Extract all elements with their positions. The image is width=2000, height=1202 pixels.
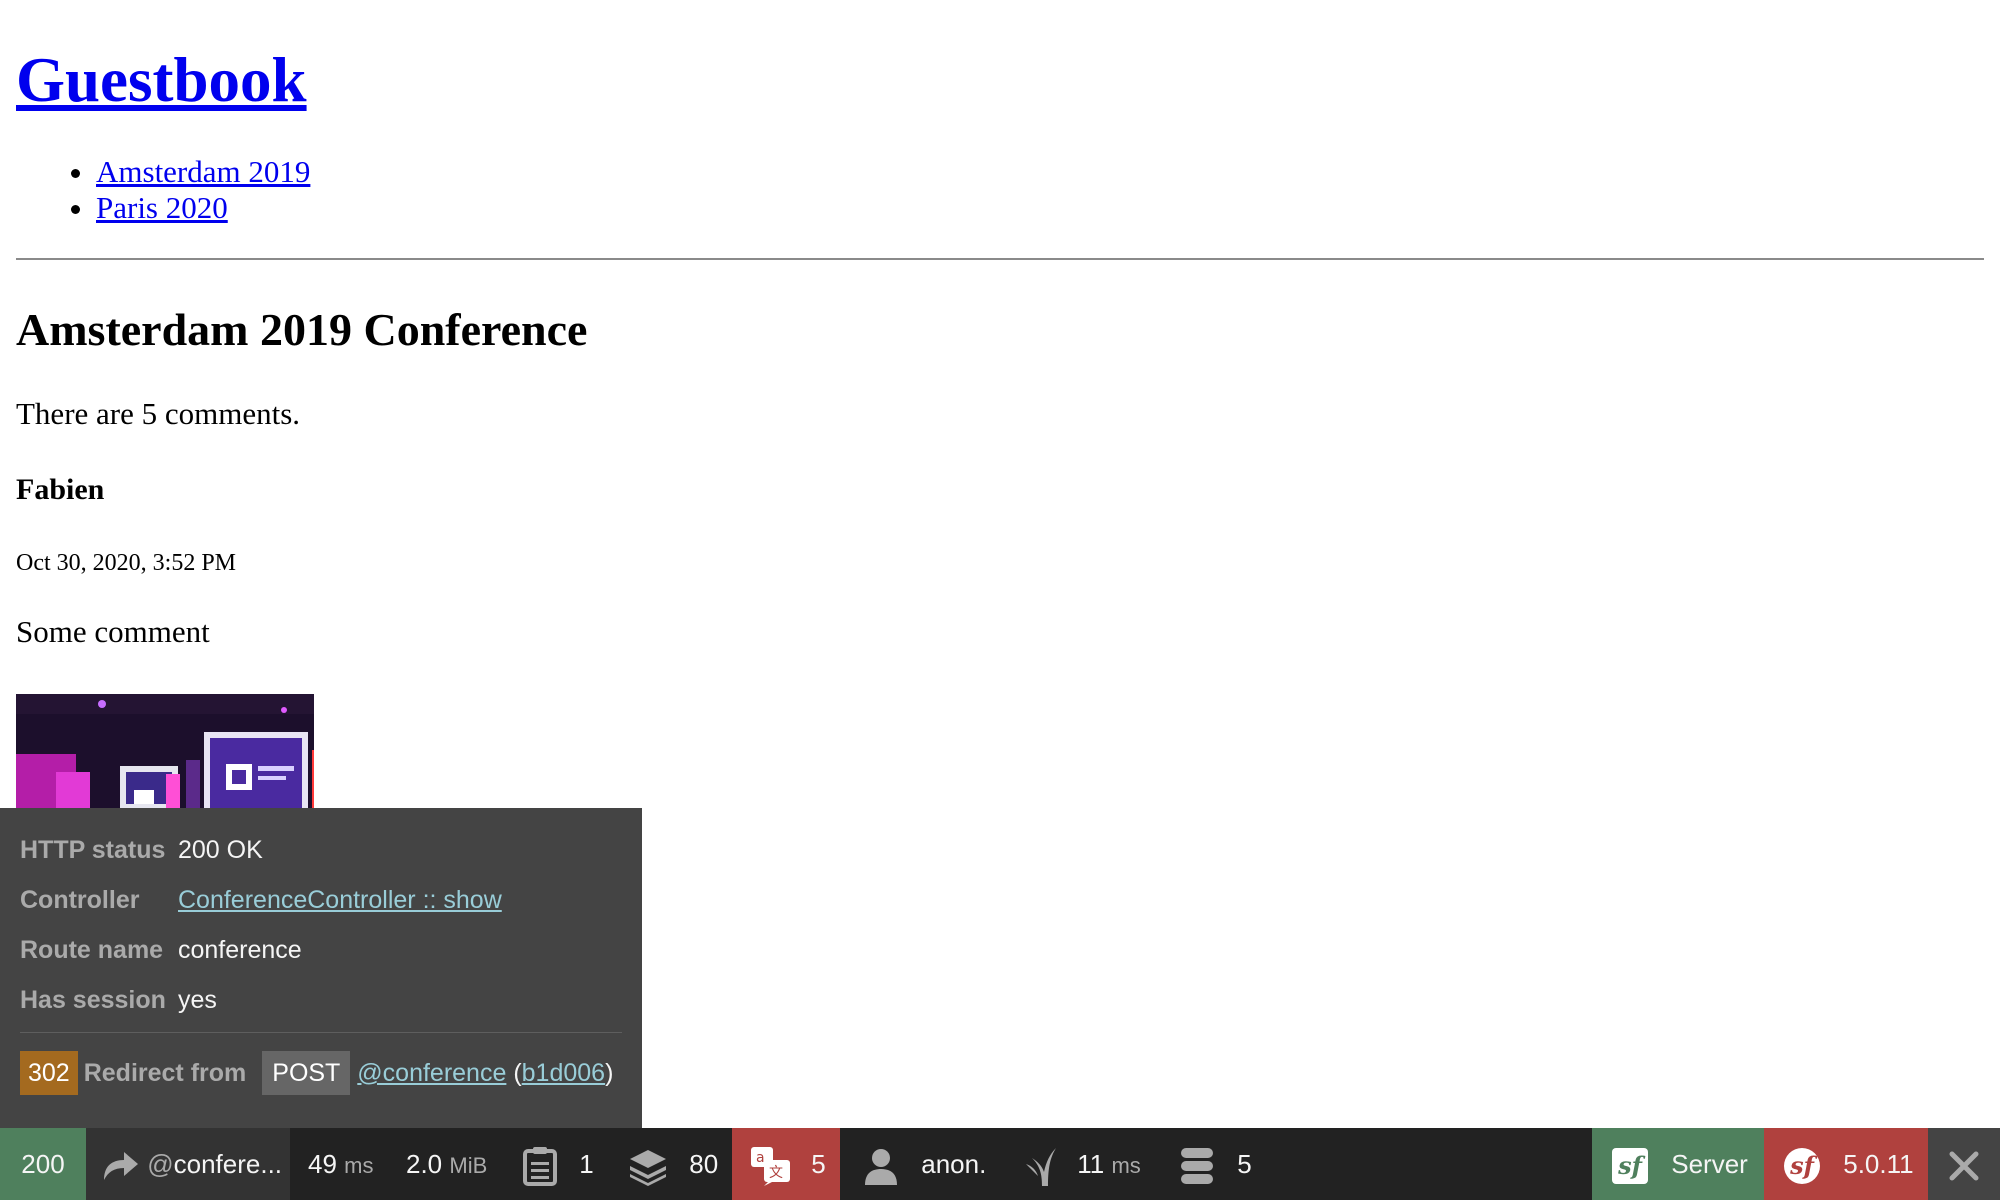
db-count: 5 — [1237, 1149, 1252, 1179]
redirect-from-label: Redirect from — [83, 1059, 247, 1087]
panel-label: Controller — [20, 886, 140, 914]
logs-count: 1 — [579, 1149, 594, 1179]
redirect-info: 302 Redirect from POST @conference (b1d006… — [20, 1051, 613, 1095]
twig-time-value: 11 — [1077, 1149, 1105, 1179]
conference-photo-icon — [16, 694, 314, 810]
user-name: anon. — [921, 1149, 987, 1179]
comment-text: Some comment — [16, 614, 210, 649]
toolbar-memory[interactable]: 2.0 MiB — [406, 1128, 487, 1200]
nav-link-paris-2020[interactable]: Paris 2020 — [96, 190, 228, 225]
time-value: 49 — [308, 1149, 337, 1179]
conference-nav: Amsterdam 2019 Paris 2020 — [16, 154, 1984, 226]
page-content: Guestbook Amsterdam 2019 Paris 2020 Amst… — [16, 0, 1984, 652]
svg-text:文: 文 — [769, 1165, 783, 1181]
panel-row-controller: Controller ConferenceController :: show — [20, 880, 502, 920]
symfony-logo-icon: sf — [1612, 1148, 1648, 1185]
divider — [16, 258, 1984, 260]
server-label: Server — [1671, 1149, 1748, 1179]
database-icon — [1180, 1148, 1221, 1185]
redirect-status-badge: 302 — [20, 1051, 78, 1095]
panel-value: conference — [178, 936, 302, 964]
svg-text:a: a — [756, 1150, 765, 1166]
redirect-arrow-icon — [100, 1149, 147, 1181]
redirect-method-badge: POST — [262, 1051, 351, 1095]
toolbar-translation[interactable]: a文 5 — [732, 1128, 840, 1200]
toolbar-database[interactable]: 5 — [1180, 1128, 1252, 1200]
paren-open: ( — [513, 1059, 522, 1087]
toolbar-symfony-version[interactable]: sf 5.0.11 — [1764, 1128, 1928, 1200]
conference-title: Amsterdam 2019 Conference — [16, 304, 588, 355]
redirect-route-link[interactable]: @conference — [357, 1059, 506, 1087]
translation-count: 5 — [811, 1149, 826, 1179]
toolbar-twig[interactable]: 11 ms — [1024, 1128, 1141, 1200]
panel-row-http-status: HTTP status 200 OK — [20, 830, 263, 870]
comment-count: There are 5 comments. — [16, 396, 301, 431]
panel-value: 200 OK — [178, 836, 263, 864]
site-title: Guestbook — [16, 40, 1984, 120]
nav-item-amsterdam-2019: Amsterdam 2019 — [96, 154, 1984, 190]
panel-label: Route name — [20, 936, 164, 964]
symfony-debug-toolbar: 200 @confere... 49 ms 2.0 MiB 1 80 a文 5 — [0, 1128, 2000, 1200]
time-unit: ms — [344, 1153, 374, 1178]
request-route: confere... — [173, 1149, 283, 1179]
cache-count: 80 — [689, 1149, 719, 1179]
memory-value: 2.0 — [406, 1149, 443, 1179]
panel-row-has-session: Has session yes — [20, 980, 217, 1020]
translation-icon: a文 — [750, 1147, 799, 1187]
panel-value: yes — [178, 986, 217, 1014]
symfony-logo-icon: sf — [1784, 1148, 1820, 1185]
toolbar-logs[interactable]: 1 — [522, 1128, 594, 1200]
paren-close: ) — [605, 1059, 614, 1087]
layers-icon — [628, 1149, 675, 1187]
comment-date: Oct 30, 2020, 3:52 PM — [16, 550, 237, 576]
logs-icon — [522, 1147, 565, 1187]
request-at: @ — [147, 1149, 174, 1179]
redirect-token-link[interactable]: b1d006 — [522, 1059, 605, 1087]
toolbar-server[interactable]: sf Server — [1592, 1128, 1764, 1200]
panel-row-route-name: Route name conference — [20, 930, 302, 970]
panel-label: HTTP status — [20, 836, 166, 864]
site-title-link[interactable]: Guestbook — [16, 45, 307, 115]
panel-label: Has session — [20, 986, 166, 1014]
user-icon — [864, 1149, 905, 1186]
toolbar-cache[interactable]: 80 — [628, 1128, 718, 1200]
memory-unit: MiB — [449, 1153, 488, 1178]
comment-photo — [16, 694, 314, 810]
toolbar-time[interactable]: 49 ms — [308, 1128, 373, 1200]
toolbar-security[interactable]: anon. — [864, 1128, 986, 1200]
toolbar-request-panel: HTTP status 200 OK Controller ConferenceCo… — [0, 808, 642, 1128]
nav-item-paris-2020: Paris 2020 — [96, 190, 1984, 226]
toolbar-request[interactable]: @confere... — [86, 1128, 290, 1200]
symfony-version: 5.0.11 — [1843, 1149, 1914, 1179]
nav-link-amsterdam-2019[interactable]: Amsterdam 2019 — [96, 154, 310, 189]
close-icon — [1948, 1149, 1980, 1181]
twig-icon — [1024, 1148, 1065, 1187]
panel-separator — [20, 1032, 622, 1033]
comment-author: Fabien — [16, 473, 105, 506]
toolbar-close-button[interactable] — [1928, 1128, 2000, 1200]
twig-time-unit: ms — [1111, 1153, 1141, 1178]
controller-link[interactable]: ConferenceController :: show — [178, 886, 502, 914]
toolbar-status-code[interactable]: 200 — [0, 1128, 86, 1200]
